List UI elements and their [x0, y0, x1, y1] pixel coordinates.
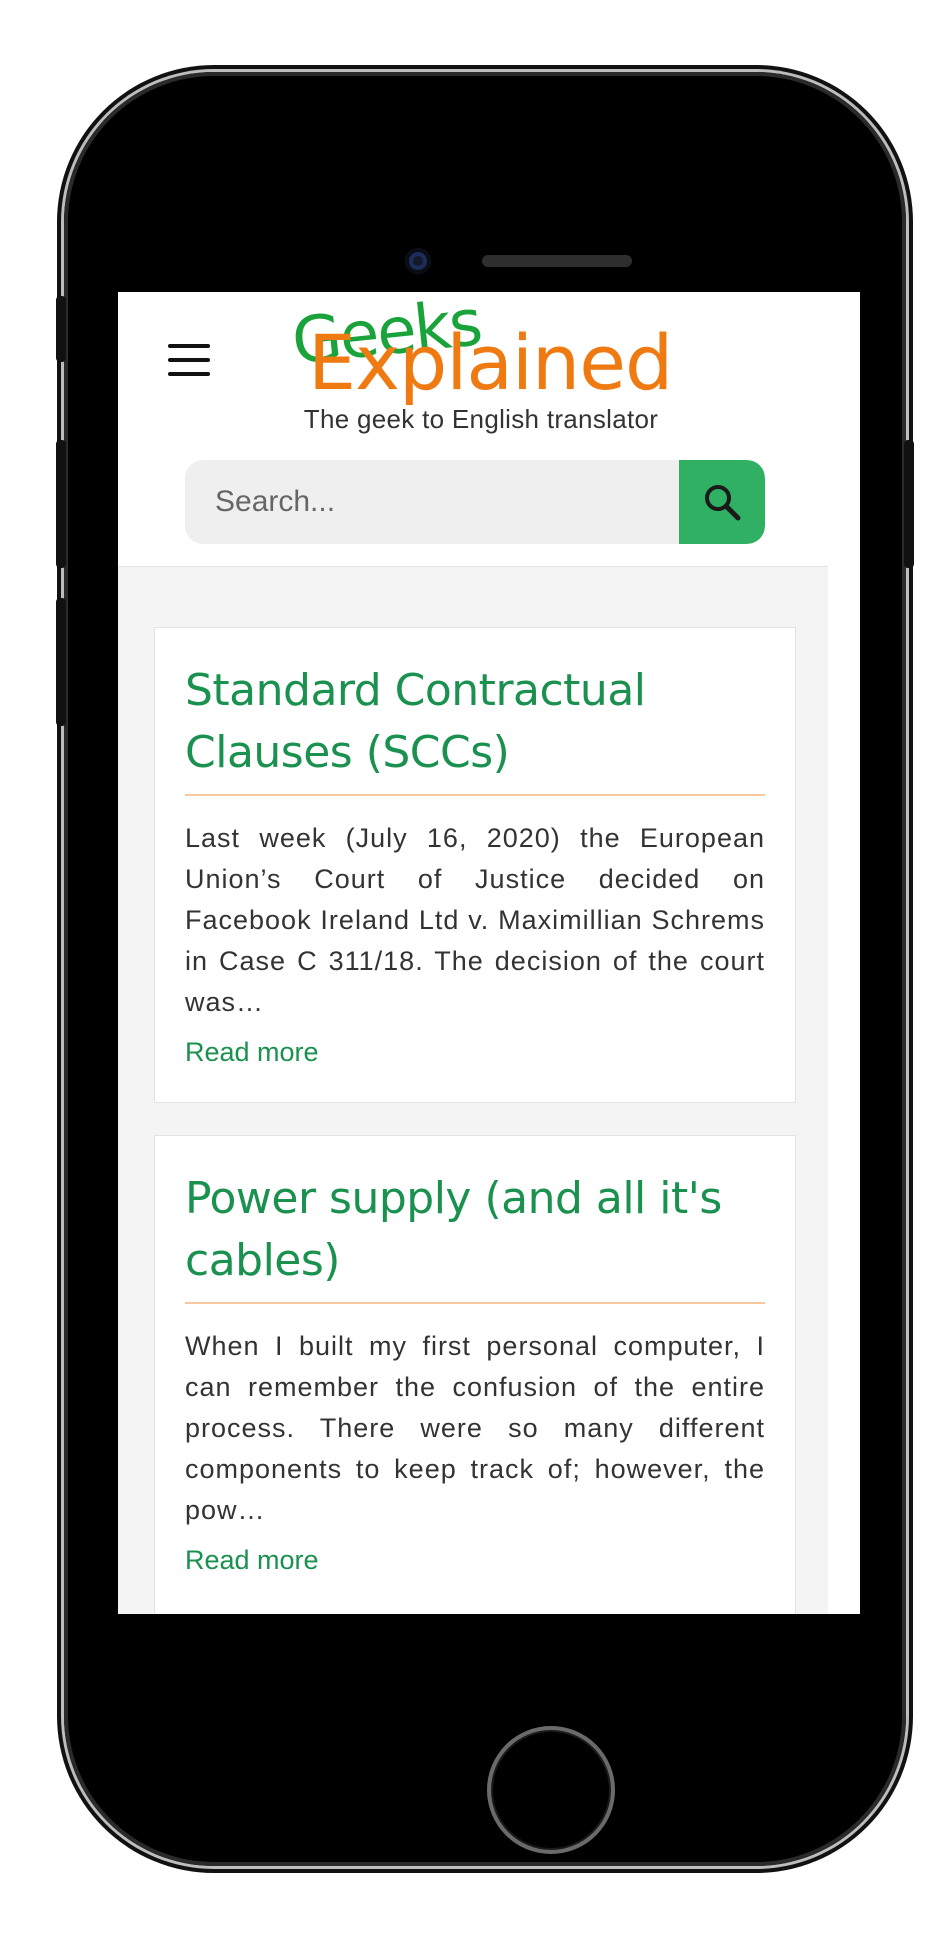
site-logo[interactable]: Geeks Explained [288, 292, 688, 412]
mute-switch [56, 296, 66, 362]
article-excerpt: When I built my first personal computer,… [185, 1331, 765, 1525]
site-tagline: The geek to English translator [303, 404, 659, 434]
article-card: Standard Contractual Clauses (SCCs) Last… [154, 627, 796, 1103]
logo-explained-text: Explained [308, 318, 673, 407]
search-bar [185, 460, 765, 544]
volume-down-button [56, 598, 66, 726]
volume-up-button [56, 440, 66, 568]
earpiece-speaker [482, 255, 632, 267]
read-more-link[interactable]: Read more [155, 1023, 795, 1068]
article-title[interactable]: Standard Contractual Clauses (SCCs) [155, 628, 795, 794]
hamburger-menu-icon[interactable] [168, 344, 210, 376]
site-header: Geeks Explained The geek to English tran… [118, 292, 860, 566]
article-title[interactable]: Power supply (and all it's cables) [155, 1136, 795, 1302]
search-icon [705, 485, 741, 521]
phone-screen: Geeks Explained The geek to English tran… [118, 292, 860, 1614]
power-button [904, 440, 914, 568]
article-excerpt: Last week (July 16, 2020) the European U… [185, 823, 765, 1017]
front-camera [405, 248, 431, 274]
search-button[interactable] [679, 460, 765, 544]
home-button[interactable] [487, 1726, 615, 1854]
read-more-link[interactable]: Read more [155, 1531, 795, 1576]
search-input[interactable] [185, 460, 675, 544]
article-list: Standard Contractual Clauses (SCCs) Last… [118, 566, 828, 1614]
article-card: Power supply (and all it's cables) When … [154, 1135, 796, 1614]
